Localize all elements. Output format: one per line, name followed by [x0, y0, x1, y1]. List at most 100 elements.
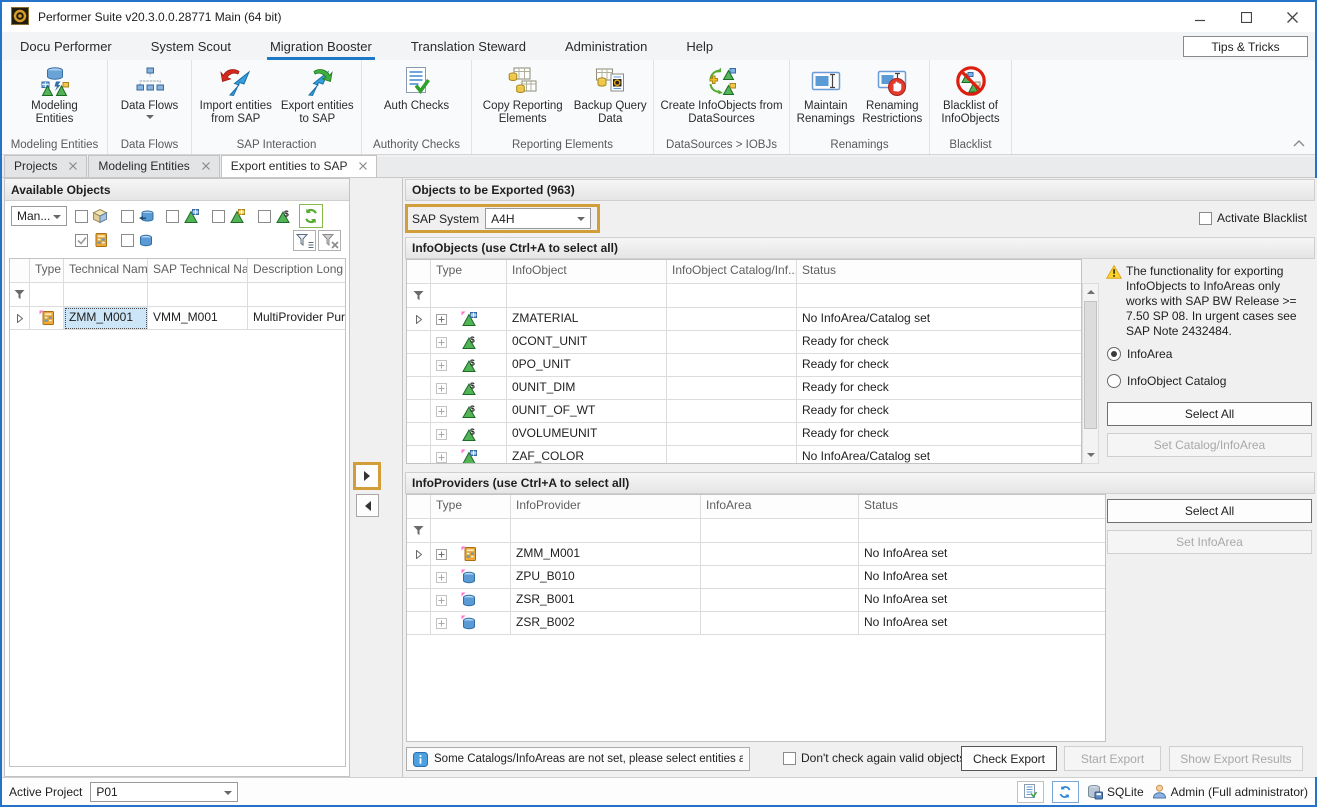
database-status[interactable]: SQLite	[1087, 784, 1144, 800]
filter-edit-icon	[296, 233, 314, 249]
filter-row[interactable]	[407, 519, 1105, 543]
expand-icon[interactable]	[436, 337, 447, 348]
table-row[interactable]: $ 0UNIT_OF_WT Ready for check	[407, 400, 1081, 423]
table-row[interactable]: ZSR_B001 No InfoArea set	[407, 589, 1105, 612]
table-row[interactable]: ZAF_COLOR No InfoArea/Catalog set	[407, 446, 1081, 464]
filter-clear-button[interactable]	[318, 230, 341, 251]
expand-icon[interactable]	[436, 360, 447, 371]
filter-clear-icon	[321, 233, 339, 249]
filter-edit-button[interactable]	[293, 230, 316, 251]
multiprovider-icon	[461, 546, 477, 562]
menu-tab-administration[interactable]: Administration	[562, 35, 650, 60]
active-project-dropdown[interactable]: P01	[90, 782, 238, 802]
maximize-button[interactable]	[1223, 2, 1269, 32]
infocube-icon	[92, 208, 108, 224]
filter-checkbox-dso[interactable]	[121, 210, 134, 223]
move-to-export-button[interactable]	[353, 462, 381, 490]
expand-icon[interactable]	[436, 452, 447, 463]
collapse-ribbon-button[interactable]	[1291, 137, 1307, 149]
tab-modeling-entities[interactable]: Modeling Entities	[88, 155, 219, 177]
menu-tab-help[interactable]: Help	[683, 35, 716, 60]
sap-system-dropdown[interactable]: A4H	[485, 208, 591, 229]
modeling-entities-button[interactable]: Modeling Entities	[7, 61, 103, 138]
menu-tab-translation-steward[interactable]: Translation Steward	[408, 35, 529, 60]
infoobjects-select-all-button[interactable]: Select All	[1107, 402, 1312, 426]
table-row[interactable]: $ 0VOLUMEUNIT Ready for check	[407, 423, 1081, 446]
app-logo-icon	[11, 7, 29, 28]
backup-query-data-button[interactable]: Backup Query Data	[570, 61, 650, 138]
expand-icon[interactable]	[436, 314, 447, 325]
close-icon[interactable]	[202, 162, 210, 170]
filter-checkbox-adso[interactable]	[121, 234, 134, 247]
table-row[interactable]: $ 0PO_UNIT Ready for check	[407, 354, 1081, 377]
window-title: Performer Suite v20.3.0.0.28771 Main (64…	[38, 10, 281, 24]
copy-reporting-elements-button[interactable]: Copy Reporting Elements	[475, 61, 570, 138]
show-export-results-button[interactable]: Show Export Results	[1169, 746, 1303, 771]
expand-icon[interactable]	[436, 549, 447, 560]
log-button[interactable]	[1017, 781, 1044, 803]
user-status[interactable]: Admin (Full administrator)	[1152, 784, 1308, 799]
row-indicator-icon	[17, 314, 23, 323]
maintain-renamings-button[interactable]: Maintain Renamings	[793, 61, 859, 138]
scroll-thumb[interactable]	[1084, 301, 1097, 429]
expand-icon[interactable]	[436, 572, 447, 583]
close-icon[interactable]	[359, 162, 367, 170]
refresh-connection-button[interactable]	[1052, 781, 1079, 803]
table-row[interactable]: ZSR_B002 No InfoArea set	[407, 612, 1105, 635]
radio-infoobject-catalog[interactable]	[1107, 374, 1121, 388]
filter-row[interactable]	[407, 284, 1081, 308]
filter-checkbox-infocube[interactable]	[75, 210, 88, 223]
remove-from-export-button[interactable]	[356, 494, 379, 517]
export-entities-button[interactable]: Export entities to SAP	[277, 61, 359, 138]
create-infoobjects-button[interactable]: Create InfoObjects from DataSources	[657, 61, 786, 138]
filter-checkbox-keyfigure[interactable]	[258, 210, 271, 223]
status-cell: No InfoArea set	[859, 612, 1105, 635]
dont-check-checkbox[interactable]	[783, 752, 796, 765]
minimize-button[interactable]	[1177, 2, 1223, 32]
table-row[interactable]: ZMM_M001 No InfoArea set	[407, 543, 1105, 566]
set-infoarea-button[interactable]: Set InfoArea	[1107, 530, 1312, 554]
expand-icon[interactable]	[436, 383, 447, 394]
tips-tricks-button[interactable]: Tips & Tricks	[1183, 36, 1308, 57]
table-row[interactable]: ZMATERIAL No InfoArea/Catalog set	[407, 308, 1081, 331]
renaming-restrictions-button[interactable]: Renaming Restrictions	[859, 61, 926, 138]
expand-icon[interactable]	[436, 429, 447, 440]
close-button[interactable]	[1269, 2, 1315, 32]
object-type-dropdown[interactable]: Man...	[11, 206, 67, 226]
start-export-button[interactable]: Start Export	[1064, 746, 1161, 771]
tab-export-entities-to-sap[interactable]: Export entities to SAP	[221, 155, 378, 177]
radio-infoarea[interactable]	[1107, 347, 1121, 361]
set-catalog-infoarea-button[interactable]: Set Catalog/InfoArea	[1107, 433, 1312, 457]
blacklist-infoobjects-button[interactable]: Blacklist of InfoObjects	[933, 61, 1008, 138]
scroll-up-button[interactable]	[1083, 284, 1098, 300]
check-export-button[interactable]: Check Export	[961, 746, 1057, 771]
close-icon[interactable]	[69, 162, 77, 170]
table-row[interactable]: $ 0CONT_UNIT Ready for check	[407, 331, 1081, 354]
infoarea-radio-group: InfoArea	[1107, 347, 1172, 361]
filter-checkbox-multiprovider[interactable]	[75, 234, 88, 247]
expand-icon[interactable]	[436, 618, 447, 629]
status-cell: Ready for check	[797, 423, 1081, 446]
data-flows-button[interactable]: Data Flows	[111, 61, 188, 138]
svg-text:$: $	[470, 358, 475, 368]
infoobjects-scrollbar[interactable]	[1082, 283, 1099, 464]
import-entities-button[interactable]: Import entities from SAP	[195, 61, 277, 138]
table-row[interactable]: ZMM_M001 VMM_M001 MultiProvider Purc...	[10, 307, 345, 330]
auth-checks-button[interactable]: Auth Checks	[372, 61, 462, 138]
filter-checkbox-keyfigure-grid[interactable]	[212, 210, 225, 223]
expand-icon[interactable]	[436, 595, 447, 606]
expand-icon[interactable]	[436, 406, 447, 417]
dont-check-group: Don't check again valid objects	[783, 751, 965, 765]
infoproviders-select-all-button[interactable]: Select All	[1107, 499, 1312, 523]
menu-tab-migration-booster[interactable]: Migration Booster	[267, 35, 375, 60]
refresh-button[interactable]	[299, 204, 323, 228]
menu-tab-system-scout[interactable]: System Scout	[148, 35, 234, 60]
menu-tab-docu-performer[interactable]: Docu Performer	[17, 35, 115, 60]
tab-projects[interactable]: Projects	[4, 155, 87, 177]
activate-blacklist-checkbox[interactable]	[1199, 212, 1212, 225]
table-row[interactable]: $ 0UNIT_DIM Ready for check	[407, 377, 1081, 400]
table-row[interactable]: ZPU_B010 No InfoArea set	[407, 566, 1105, 589]
filter-checkbox-characteristic[interactable]	[166, 210, 179, 223]
scroll-down-button[interactable]	[1083, 447, 1098, 463]
filter-row[interactable]	[10, 283, 345, 307]
